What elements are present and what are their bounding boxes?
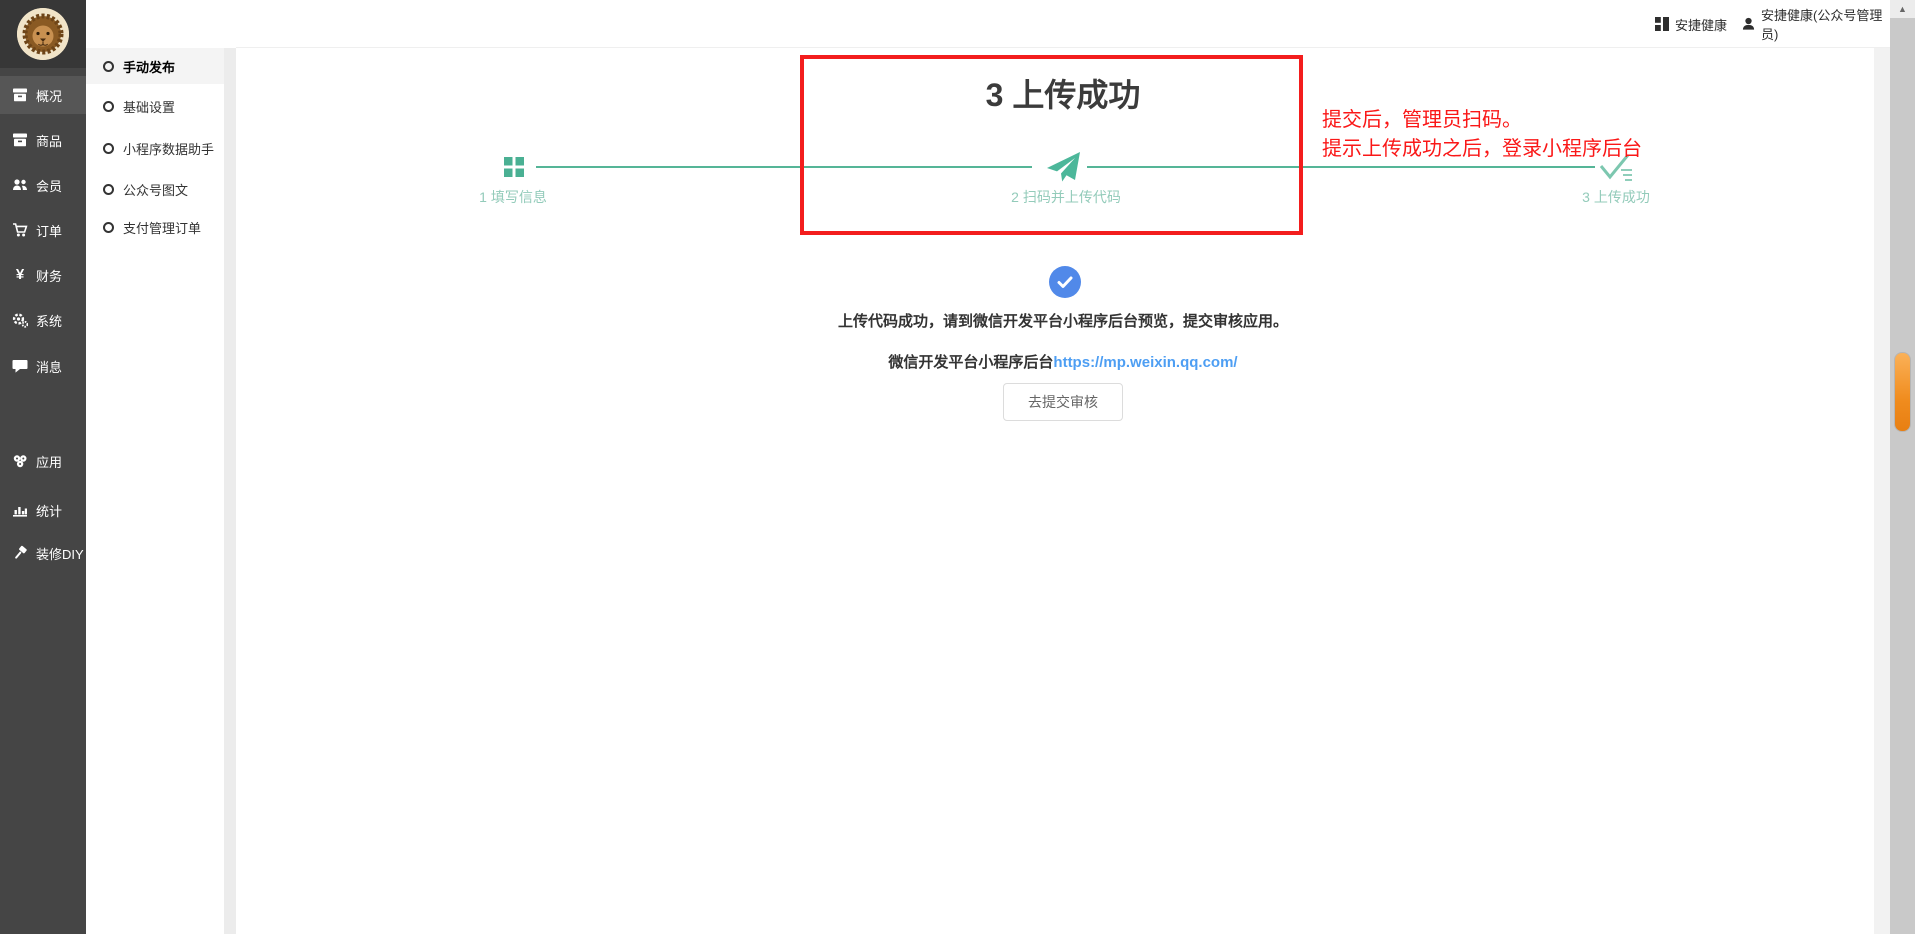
app-icon: [12, 453, 28, 469]
sidebar-item-stats[interactable]: 统计: [0, 491, 86, 529]
system-icon: [12, 312, 28, 328]
message-icon: [12, 358, 28, 374]
sidebar-item-label: 装修DIY: [36, 544, 84, 563]
submenu-item-manual-publish[interactable]: 手动发布: [86, 48, 224, 84]
overview-icon: [12, 87, 28, 103]
primary-sidebar: 概况 商品 会员 订单 ¥ 财务 系统 消息: [0, 0, 86, 934]
order-icon: [12, 222, 28, 238]
result-message: 上传代码成功，请到微信开发平台小程序后台预览，提交审核应用。: [236, 310, 1890, 331]
grid-icon: [1655, 17, 1669, 31]
browser-scrollbar[interactable]: ▲: [1890, 0, 1915, 934]
submenu-item-official-articles[interactable]: 公众号图文: [86, 171, 224, 207]
step1-grid-icon: [504, 157, 524, 182]
member-icon: [12, 177, 28, 193]
store-name: 安捷健康: [1675, 15, 1727, 34]
lion-logo: [17, 8, 69, 60]
backend-link-label: 微信开发平台小程序后台: [888, 354, 1053, 371]
secondary-sidebar: 手动发布 基础设置 小程序数据助手 公众号图文 支付管理订单: [86, 0, 224, 934]
circle-icon: [103, 101, 114, 112]
sidebar-item-label: 统计: [36, 501, 62, 520]
scroll-up-arrow-icon[interactable]: ▲: [1890, 0, 1915, 18]
submenu-item-label: 支付管理订单: [123, 218, 201, 237]
submenu-item-label: 手动发布: [123, 57, 175, 76]
step3-label: 3 上传成功: [1536, 187, 1696, 207]
submenu-item-label: 基础设置: [123, 97, 175, 116]
submenu-item-miniprogram-assistant[interactable]: 小程序数据助手: [86, 130, 224, 166]
submenu-item-label: 公众号图文: [123, 180, 188, 199]
sidebar-item-label: 消息: [36, 357, 62, 376]
annotation-highlight-box: [800, 55, 1303, 235]
store-switcher[interactable]: 安捷健康: [1655, 0, 1727, 48]
step1-label: 1 填写信息: [433, 187, 593, 207]
go-submit-review-button[interactable]: 去提交审核: [1003, 383, 1123, 421]
sidebar-item-members[interactable]: 会员: [0, 166, 86, 204]
sidebar-item-label: 应用: [36, 452, 62, 471]
top-header: 安捷健康 安捷健康(公众号管理员): [236, 0, 1890, 48]
product-icon: [12, 132, 28, 148]
sidebar-item-diy[interactable]: 装修DIY: [0, 534, 86, 572]
sidebar-item-finance[interactable]: ¥ 财务: [0, 256, 86, 294]
sidebar-item-label: 商品: [36, 131, 62, 150]
annotation-text: 提交后，管理员扫码。 提示上传成功之后，登录小程序后台: [1322, 106, 1642, 164]
backend-link[interactable]: https://mp.weixin.qq.com/: [1053, 354, 1237, 371]
content-scroll-strip[interactable]: [1874, 48, 1890, 934]
diy-hammer-icon: [12, 545, 28, 561]
sidebar-item-label: 财务: [36, 266, 62, 285]
sidebar-item-apps[interactable]: 应用: [0, 442, 86, 480]
user-icon: [1742, 17, 1755, 31]
submenu-scroll-strip[interactable]: [224, 48, 236, 934]
sidebar-item-label: 概况: [36, 86, 62, 105]
button-row: 去提交审核: [236, 383, 1890, 421]
user-name: 安捷健康(公众号管理员): [1761, 5, 1890, 43]
stats-icon: [12, 502, 28, 518]
annotation-line1: 提交后，管理员扫码。: [1322, 106, 1642, 135]
circle-icon: [103, 184, 114, 195]
user-menu[interactable]: 安捷健康(公众号管理员): [1742, 0, 1890, 48]
sidebar-item-messages[interactable]: 消息: [0, 347, 86, 385]
scrollbar-thumb[interactable]: [1894, 352, 1911, 432]
sidebar-item-label: 订单: [36, 221, 62, 240]
submenu-item-label: 小程序数据助手: [123, 139, 214, 158]
submenu-item-basic-settings[interactable]: 基础设置: [86, 88, 224, 124]
success-check-icon: [1049, 266, 1081, 298]
submenu-item-payment-orders[interactable]: 支付管理订单: [86, 209, 224, 245]
sidebar-item-products[interactable]: 商品: [0, 121, 86, 159]
annotation-line2: 提示上传成功之后，登录小程序后台: [1322, 135, 1642, 164]
backend-link-line: 微信开发平台小程序后台https://mp.weixin.qq.com/: [236, 351, 1890, 372]
logo-block[interactable]: [0, 0, 86, 68]
sidebar-item-label: 系统: [36, 311, 62, 330]
circle-icon: [103, 222, 114, 233]
sidebar-item-label: 会员: [36, 176, 62, 195]
sidebar-item-system[interactable]: 系统: [0, 301, 86, 339]
circle-icon: [103, 143, 114, 154]
sidebar-item-overview[interactable]: 概况: [0, 76, 86, 114]
sidebar-item-orders[interactable]: 订单: [0, 211, 86, 249]
circle-icon: [103, 61, 114, 72]
finance-icon: ¥: [12, 267, 28, 283]
